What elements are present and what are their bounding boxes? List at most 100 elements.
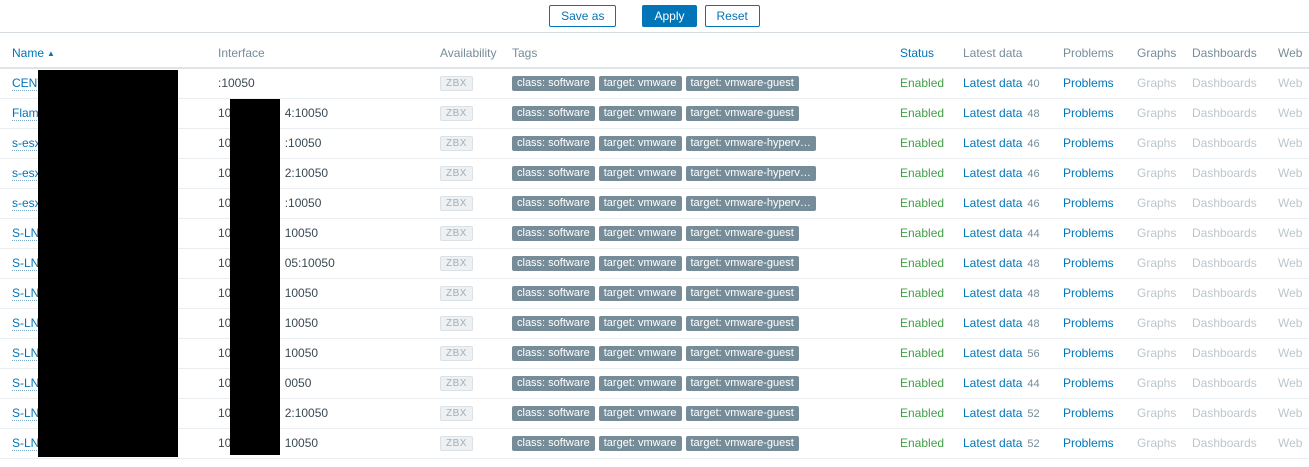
host-tag[interactable]: target: vmware <box>598 196 682 211</box>
host-tag[interactable]: target: vmware <box>598 256 682 271</box>
host-tag[interactable]: target: vmware <box>598 76 682 92</box>
latest-data-count: 52 <box>1027 408 1040 420</box>
host-status-link[interactable]: Enabled <box>900 106 944 120</box>
host-tag[interactable]: target: vmware <box>598 226 682 241</box>
host-table-body: CENT :10050 ZBX class: software target: v… <box>0 68 1309 459</box>
host-tag[interactable]: class: software <box>512 226 595 241</box>
host-tag[interactable]: target: vmware-hyperv… <box>685 136 816 151</box>
host-tag[interactable]: class: software <box>512 286 595 301</box>
latest-data-link[interactable]: Latest data <box>963 106 1022 120</box>
host-tag[interactable]: target: vmware-guest <box>685 376 799 391</box>
host-tag[interactable]: target: vmware-guest <box>685 286 799 301</box>
host-status-link[interactable]: Enabled <box>900 436 944 450</box>
host-status-link[interactable]: Enabled <box>900 76 944 90</box>
host-tag[interactable]: target: vmware <box>598 166 682 181</box>
host-tag[interactable]: class: software <box>512 166 595 181</box>
host-tag[interactable]: class: software <box>512 316 595 331</box>
host-tag[interactable]: class: software <box>512 346 595 361</box>
host-tag[interactable]: class: software <box>512 406 595 421</box>
sort-by-status-link[interactable]: Status <box>900 46 934 60</box>
host-tag[interactable]: target: vmware <box>598 406 682 421</box>
host-name-link[interactable]: s-esx <box>12 136 41 151</box>
latest-data-link[interactable]: Latest data <box>963 316 1022 330</box>
host-tag[interactable]: target: vmware-hyperv… <box>685 196 816 211</box>
host-tag[interactable]: class: software <box>512 76 595 92</box>
tags-cell: class: software target: vmware target: vmw… <box>500 338 888 369</box>
host-tag[interactable]: target: vmware <box>598 286 682 301</box>
host-tag[interactable]: class: software <box>512 136 595 151</box>
latest-data-link[interactable]: Latest data <box>963 346 1022 360</box>
hosts-page: Save as Apply Reset Name ▲ Interface Avai… <box>0 0 1309 467</box>
interface-suffix: 10050 <box>284 436 319 450</box>
host-tag[interactable]: target: vmware-guest <box>685 406 799 421</box>
host-status-link[interactable]: Enabled <box>900 226 944 240</box>
host-tag[interactable]: class: software <box>512 256 595 271</box>
host-status-link[interactable]: Enabled <box>900 406 944 420</box>
host-tag[interactable]: target: vmware <box>598 136 682 151</box>
problems-link[interactable]: Problems <box>1063 166 1114 180</box>
reset-button[interactable]: Reset <box>704 5 760 27</box>
problems-link[interactable]: Problems <box>1063 196 1114 210</box>
latest-data-link[interactable]: Latest data <box>963 136 1022 150</box>
host-status-link[interactable]: Enabled <box>900 256 944 270</box>
latest-data-link[interactable]: Latest data <box>963 286 1022 300</box>
host-status-link[interactable]: Enabled <box>900 286 944 300</box>
apply-button[interactable]: Apply <box>642 5 697 27</box>
problems-link[interactable]: Problems <box>1063 346 1114 360</box>
latest-data-link[interactable]: Latest data <box>963 196 1022 210</box>
sort-by-name-link[interactable]: Name <box>12 46 44 60</box>
host-tag[interactable]: class: software <box>512 196 595 211</box>
host-tag[interactable]: target: vmware <box>598 436 682 451</box>
latest-data-link[interactable]: Latest data <box>963 376 1022 390</box>
host-tag[interactable]: target: vmware <box>598 376 682 391</box>
host-tag[interactable]: target: vmware-guest <box>685 226 799 241</box>
problems-cell: Problems <box>1051 398 1125 429</box>
host-status-link[interactable]: Enabled <box>900 346 944 360</box>
problems-link[interactable]: Problems <box>1063 376 1114 390</box>
problems-link[interactable]: Problems <box>1063 106 1114 120</box>
table-row: s-esx 10. 2:10050 ZBX class: software targ… <box>0 158 1309 189</box>
host-status-link[interactable]: Enabled <box>900 196 944 210</box>
host-tag[interactable]: class: software <box>512 376 595 391</box>
latest-data-link[interactable]: Latest data <box>963 76 1022 90</box>
tag-list: class: software target: vmware target: vmw… <box>512 435 803 451</box>
host-tag[interactable]: target: vmware <box>598 106 682 121</box>
problems-link[interactable]: Problems <box>1063 316 1114 330</box>
problems-link[interactable]: Problems <box>1063 136 1114 150</box>
host-tag[interactable]: target: vmware <box>598 316 682 331</box>
problems-link[interactable]: Problems <box>1063 76 1114 90</box>
latest-data-link[interactable]: Latest data <box>963 256 1022 270</box>
host-status-link[interactable]: Enabled <box>900 316 944 330</box>
host-status-link[interactable]: Enabled <box>900 136 944 150</box>
graphs-link-disabled: Graphs <box>1137 256 1177 270</box>
latest-data-link[interactable]: Latest data <box>963 436 1022 450</box>
problems-link[interactable]: Problems <box>1063 286 1114 300</box>
latest-data-link[interactable]: Latest data <box>963 166 1022 180</box>
host-status-link[interactable]: Enabled <box>900 376 944 390</box>
host-tag[interactable]: target: vmware-guest <box>685 256 799 271</box>
save-as-button[interactable]: Save as <box>549 5 617 27</box>
host-status-link[interactable]: Enabled <box>900 166 944 180</box>
filter-actions-bar: Save as Apply Reset <box>0 0 1309 33</box>
problems-link[interactable]: Problems <box>1063 226 1114 240</box>
host-tag[interactable]: target: vmware-guest <box>685 106 799 121</box>
host-tag[interactable]: target: vmware-guest <box>685 316 799 331</box>
host-name-link[interactable]: s-esx <box>12 166 41 181</box>
graphs-cell: Graphs <box>1125 398 1180 429</box>
host-tag[interactable]: target: vmware-guest <box>685 76 799 92</box>
host-tag[interactable]: target: vmware-guest <box>685 346 799 361</box>
latest-data-count: 48 <box>1027 258 1040 270</box>
host-tag[interactable]: target: vmware <box>598 346 682 361</box>
problems-link[interactable]: Problems <box>1063 406 1114 420</box>
problems-link[interactable]: Problems <box>1063 256 1114 270</box>
problems-link[interactable]: Problems <box>1063 436 1114 450</box>
latest-data-link[interactable]: Latest data <box>963 226 1022 240</box>
header-row: Name ▲ Interface Availability Tags Status… <box>0 38 1309 69</box>
host-name-link[interactable]: s-esx <box>12 196 41 211</box>
host-tag[interactable]: target: vmware-guest <box>685 436 799 451</box>
interface-suffix: 10050 <box>284 316 319 330</box>
host-tag[interactable]: target: vmware-hyperv… <box>685 166 816 181</box>
host-tag[interactable]: class: software <box>512 106 595 121</box>
host-tag[interactable]: class: software <box>512 436 595 451</box>
latest-data-link[interactable]: Latest data <box>963 406 1022 420</box>
